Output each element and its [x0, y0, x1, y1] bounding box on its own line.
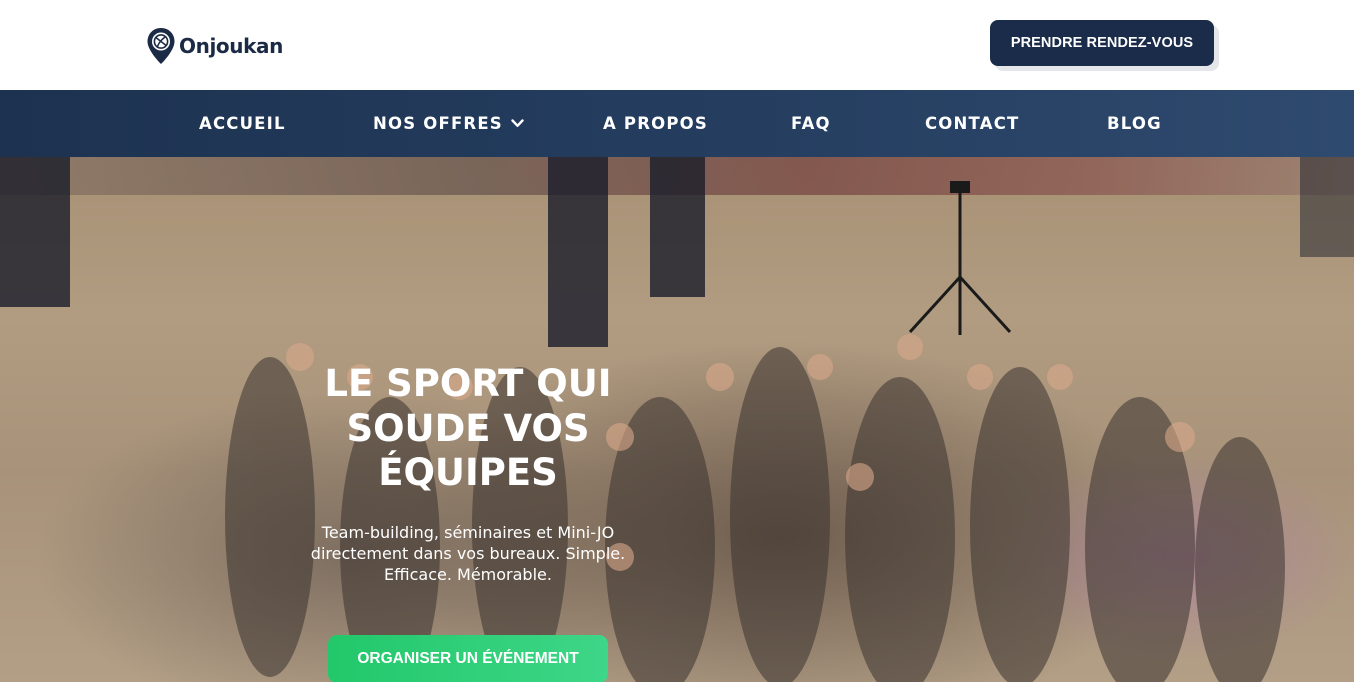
brand-logo[interactable]: Onjoukan [146, 27, 283, 65]
nav-item-blog[interactable]: BLOG [1107, 90, 1162, 157]
nav-item-accueil[interactable]: ACCUEIL [199, 90, 286, 157]
nav-item-contact[interactable]: CONTACT [925, 90, 1019, 157]
hero-subtitle-line: Efficace. Mémorable. [384, 565, 552, 584]
nav-item-faq[interactable]: FAQ [791, 90, 831, 157]
main-navigation: ACCUEIL NOS OFFRES A PROPOS FAQ CONTACT … [0, 90, 1354, 157]
map-pin-ball-icon [147, 28, 175, 64]
hero-title-line: ÉQUIPES [378, 451, 558, 494]
book-appointment-button[interactable]: PRENDRE RENDEZ-VOUS [990, 20, 1214, 66]
hero-title-line: LE SPORT QUI [324, 362, 612, 405]
hero-subtitle-line: directement dans vos bureaux. Simple. [310, 544, 626, 563]
chevron-down-icon [511, 119, 524, 127]
nav-item-a-propos[interactable]: A PROPOS [603, 90, 708, 157]
hero-subtitle: Team-building, séminaires et Mini-JO dir… [298, 522, 638, 585]
nav-item-nos-offres[interactable]: NOS OFFRES [373, 90, 524, 157]
hero-subtitle-line: Team-building, séminaires et Mini-JO [321, 523, 615, 542]
hero-title: LE SPORT QUI SOUDE VOS ÉQUIPES [268, 362, 668, 496]
hero-title-line: SOUDE VOS [346, 406, 590, 450]
organize-event-button[interactable]: ORGANISER UN ÉVÉNEMENT [328, 635, 608, 682]
nav-item-label: NOS OFFRES [373, 114, 503, 133]
brand-name: Onjoukan [179, 34, 283, 58]
site-header: Onjoukan PRENDRE RENDEZ-VOUS [0, 0, 1366, 90]
hero-section: LE SPORT QUI SOUDE VOS ÉQUIPES Team-buil… [0, 157, 1354, 682]
